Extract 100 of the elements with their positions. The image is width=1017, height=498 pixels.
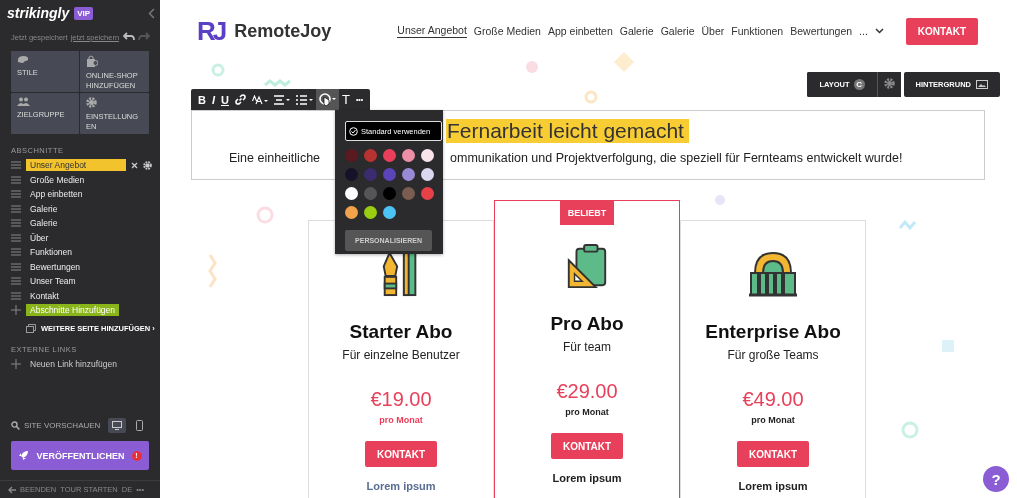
color-swatch[interactable] [345, 187, 358, 200]
color-swatch[interactable] [364, 149, 377, 162]
list-icon [295, 94, 313, 105]
contact-button[interactable]: KONTAKT [365, 441, 437, 467]
drag-handle-icon[interactable] [11, 204, 21, 213]
contact-button[interactable]: KONTAKT [737, 441, 809, 467]
contact-button[interactable]: KONTAKT [551, 433, 623, 459]
text-color-icon [318, 93, 336, 106]
toolbar-button[interactable]: T [338, 89, 353, 110]
color-swatch[interactable] [383, 168, 396, 181]
help-button[interactable]: ? [983, 466, 1009, 492]
plan-subtitle: Für große Teams [727, 348, 819, 362]
clipboard-triangle-icon [566, 243, 608, 289]
confetti-shape [614, 52, 634, 72]
section-item[interactable]: Funktionen [26, 246, 126, 259]
drag-handle-icon[interactable] [11, 190, 21, 199]
nav-link[interactable]: Galerie [619, 24, 654, 38]
color-swatch[interactable] [402, 187, 415, 200]
undo-icon[interactable] [123, 32, 135, 42]
color-swatch[interactable] [345, 149, 358, 162]
confetti-shape [715, 195, 725, 205]
layout-badge: C [853, 79, 865, 90]
plan-title: Pro Abo [550, 313, 624, 335]
nav-link[interactable]: App einbetten [547, 24, 613, 38]
confetti-shape [942, 340, 954, 352]
price-period: pro Monat [565, 407, 609, 417]
toolbar-button[interactable]: U [218, 89, 232, 110]
section-item[interactable]: Kontakt [26, 289, 126, 302]
chevron-down-icon[interactable] [874, 28, 884, 34]
section-item[interactable]: Bewertungen [26, 260, 126, 273]
close-icon[interactable] [131, 161, 138, 169]
nav-link[interactable]: Funktionen [731, 24, 784, 38]
brand-logo: strikingly [7, 5, 70, 21]
section-item[interactable]: App einbetten [26, 188, 126, 201]
align-icon [273, 94, 290, 105]
drag-handle-icon[interactable] [11, 291, 21, 300]
drag-handle-icon[interactable] [11, 248, 21, 257]
toolbar-button[interactable]: B [195, 89, 209, 110]
back-arrow-icon [8, 485, 16, 494]
plan-price: €49.00 [742, 388, 804, 411]
section-item[interactable]: Über [26, 231, 126, 244]
section-item[interactable]: Unser Angebot [26, 159, 126, 172]
nav-link[interactable]: Über [701, 24, 725, 38]
plan-subtitle: Für einzelne Benutzer [342, 348, 460, 362]
color-swatch[interactable] [402, 149, 415, 162]
nav-link[interactable]: Große Medien [473, 24, 541, 38]
palette-icon [17, 55, 29, 64]
plan-feature: Lorem ipsum [552, 472, 622, 484]
color-swatch[interactable] [383, 206, 396, 219]
color-swatch[interactable] [364, 206, 377, 219]
confetti-shape [901, 421, 919, 439]
color-swatch[interactable] [383, 187, 396, 200]
plan-badge: VIP [74, 6, 94, 20]
color-swatch[interactable] [421, 149, 434, 162]
popular-badge: BELIEBT [559, 201, 615, 225]
drag-handle-icon[interactable] [11, 161, 21, 170]
settings-icon [883, 78, 895, 89]
drag-handle-icon[interactable] [11, 175, 21, 184]
color-swatch[interactable] [383, 149, 396, 162]
confetti-shape [264, 79, 291, 87]
plus-icon [11, 305, 21, 316]
drag-handle-icon[interactable] [11, 277, 21, 286]
desktop-icon [112, 421, 123, 430]
plan-price: €29.00 [556, 380, 618, 403]
settings-icon[interactable] [143, 160, 152, 170]
section-item[interactable]: Große Medien [26, 173, 126, 186]
nav-link[interactable]: Galerie [660, 24, 695, 38]
section-item[interactable]: Galerie [26, 217, 126, 230]
nav-more-link[interactable]: ... [859, 24, 868, 38]
nav-link[interactable]: Bewertungen [790, 24, 853, 38]
toolbar-button[interactable] [315, 89, 339, 110]
color-swatch[interactable] [364, 187, 377, 200]
contact-button[interactable]: KONTAKT [905, 17, 978, 45]
link-icon [234, 94, 246, 105]
add-link[interactable]: Neuen Link hinzufügen [26, 358, 117, 369]
collapse-icon[interactable] [148, 7, 155, 19]
preview-label: SITE VORSCHAUEN [23, 421, 101, 430]
price-period: pro Monat [379, 415, 423, 425]
plan-feature: Lorem ipsum [738, 480, 808, 492]
check-circle-icon [349, 126, 358, 136]
confetti-shape [208, 254, 217, 288]
nav-link[interactable]: Unser Angebot [397, 24, 467, 38]
color-swatch[interactable] [364, 168, 377, 181]
color-swatch[interactable] [402, 168, 415, 181]
drag-handle-icon[interactable] [11, 219, 21, 228]
toolbar-button[interactable]: I [208, 89, 218, 110]
section-subtitle: Eine einheitliche [229, 151, 321, 165]
drag-handle-icon[interactable] [11, 262, 21, 271]
settings-button[interactable] [876, 72, 901, 97]
color-swatch[interactable] [345, 206, 358, 219]
color-swatch[interactable] [421, 168, 434, 181]
section-item[interactable]: Galerie [26, 202, 126, 215]
plan-title: Starter Abo [349, 321, 453, 343]
device-toggle[interactable] [108, 418, 127, 433]
section-subtitle: ommunikation und Projektverfolgung, die speziell für Fernteams entwickelt wurde! [450, 151, 903, 165]
drag-handle-icon[interactable] [11, 233, 21, 242]
font-size-icon [251, 94, 268, 105]
section-item[interactable]: Unser Team [26, 275, 126, 288]
color-swatch[interactable] [421, 187, 434, 200]
color-swatch[interactable] [345, 168, 358, 181]
